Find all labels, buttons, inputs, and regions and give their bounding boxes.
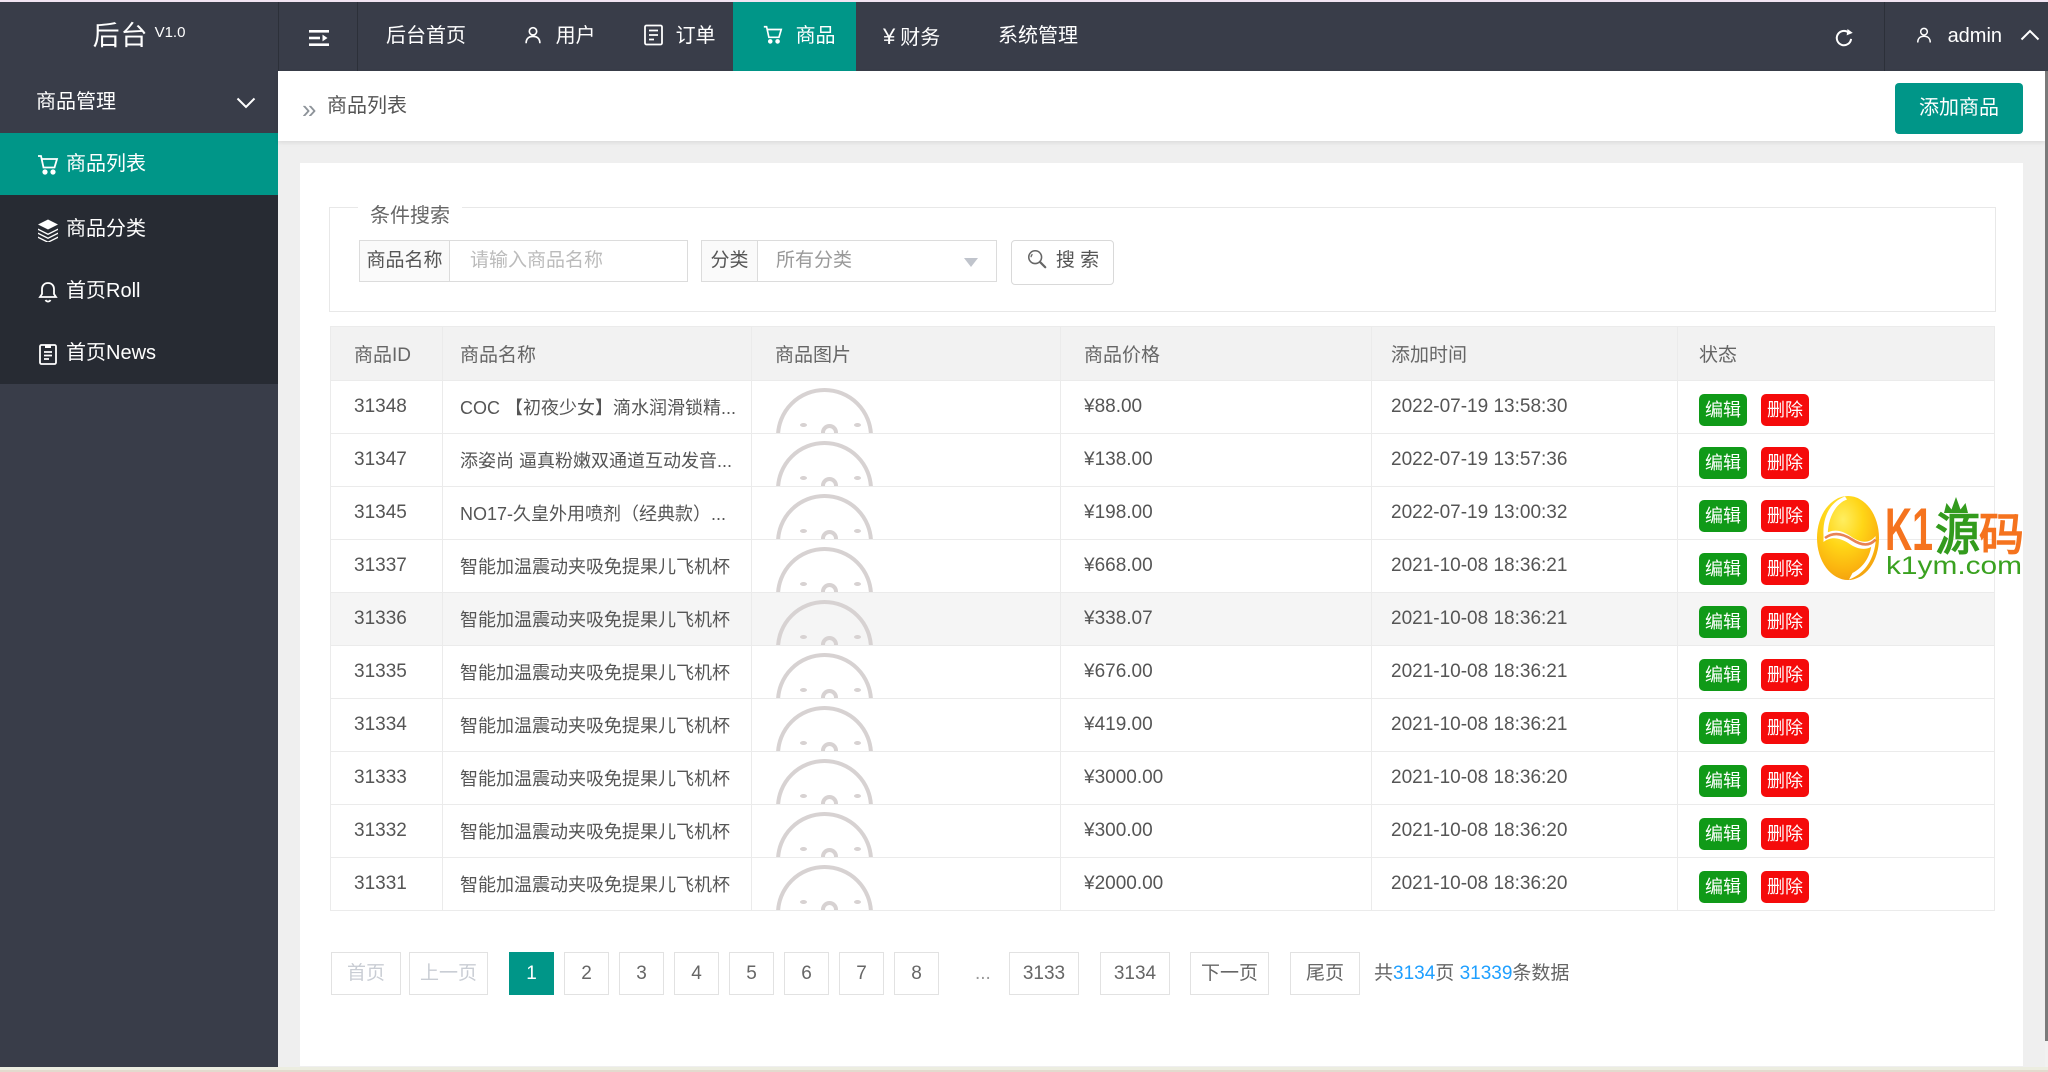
svg-text:k1ym.com: k1ym.com — [1886, 552, 2022, 580]
